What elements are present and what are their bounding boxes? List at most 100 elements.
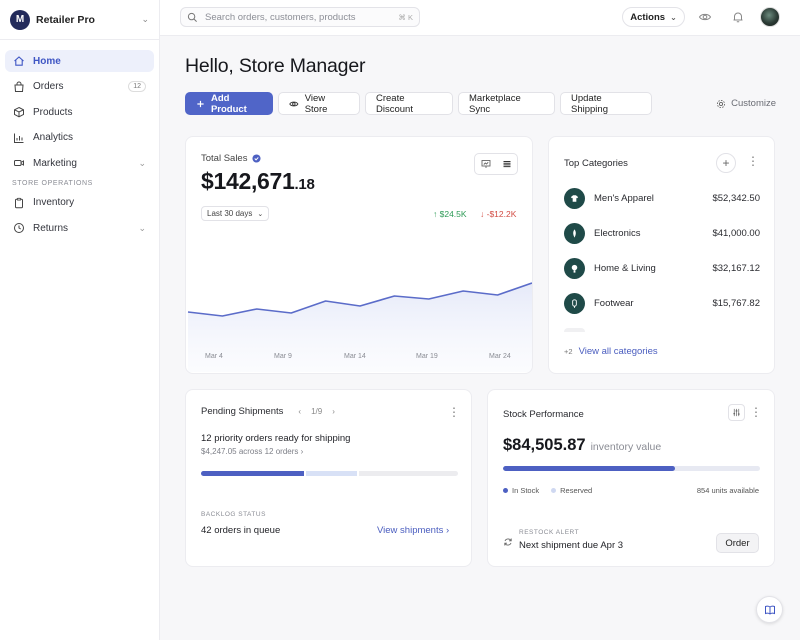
category-row[interactable]: Footwear $15,767.82 <box>564 292 760 314</box>
search-placeholder: Search orders, customers, products <box>205 11 356 23</box>
view-store-label: View Store <box>304 92 328 115</box>
list-icon <box>503 161 510 168</box>
sidebar-item-returns[interactable]: Returns ⌄ <box>5 217 154 239</box>
x-axis-tick: Mar 9 <box>274 353 292 360</box>
help-fab[interactable] <box>756 596 783 623</box>
clock-icon <box>13 222 25 234</box>
total-sales-title: Total Sales <box>201 153 248 164</box>
legend-dot <box>503 488 508 493</box>
inventory-value-amount: $84,505.87 <box>503 436 586 454</box>
create-discount-label: Create Discount <box>376 92 413 115</box>
store-logo: M <box>10 9 30 30</box>
eye-icon <box>289 101 299 106</box>
create-discount-button[interactable]: Create Discount <box>365 92 453 115</box>
stock-performance-title: Stock Performance <box>503 409 584 420</box>
units-available: 854 units available <box>696 486 759 495</box>
add-product-button[interactable]: Add Product <box>185 92 273 115</box>
stock-legend: In Stock Reserved <box>503 486 604 495</box>
add-product-label: Add Product <box>210 92 247 115</box>
chevron-down-icon: ⌄ <box>670 12 677 22</box>
sidebar-item-inventory[interactable]: Inventory <box>5 192 154 214</box>
total-sales-card: Total Sales $142,671.18 Last 30 days ⌄ ↑… <box>185 136 533 374</box>
category-name: Footwear <box>594 297 634 309</box>
shipments-progress-secondary <box>305 471 358 476</box>
actions-menu-button[interactable]: Actions ⌄ <box>622 7 685 27</box>
store-name: Retailer Pro <box>36 13 95 26</box>
stock-progress-fill <box>503 466 676 471</box>
category-row[interactable]: Men's Apparel $52,342.50 <box>564 187 760 209</box>
sidebar-item-label: Analytics <box>33 132 74 143</box>
sidebar-item-home[interactable]: Home <box>5 50 154 72</box>
shipments-pager: ‹ 1/9 › <box>293 407 339 416</box>
category-value: $32,167.12 <box>712 262 760 274</box>
order-button[interactable]: Order <box>716 533 759 553</box>
category-name: Home & Living <box>594 262 656 274</box>
eye-icon[interactable] <box>698 10 712 24</box>
date-range-value: Last 30 days <box>207 209 253 218</box>
quick-actions: Add Product View Store Create Discount M… <box>185 92 657 115</box>
view-shipments-link[interactable]: View shipments › <box>377 525 449 536</box>
store-switcher[interactable]: M Retailer Pro ⌄ <box>0 0 159 40</box>
inventory-value-unit: inventory value <box>590 441 662 453</box>
chevron-right-icon: › <box>300 447 304 456</box>
video-icon <box>13 157 25 169</box>
search-input[interactable]: Search orders, customers, products ⌘ K <box>180 7 420 27</box>
customize-button[interactable]: Customize <box>716 98 776 109</box>
sidebar-item-label: Products <box>33 106 73 118</box>
pending-shipments-card: Pending Shipments ‹ 1/9 › ⋮ 12 priority … <box>185 389 472 567</box>
bell-icon[interactable] <box>731 10 745 24</box>
sidebar-item-marketing[interactable]: Marketing ⌄ <box>5 152 154 174</box>
chevron-right-icon: › <box>446 525 450 536</box>
category-row[interactable]: Home & Living $32,167.12 <box>564 257 760 279</box>
shirt-icon <box>564 187 585 209</box>
search-shortcut: ⌘ K <box>398 12 413 22</box>
view-store-button[interactable]: View Store <box>278 92 360 115</box>
category-row[interactable]: Electronics $41,000.00 <box>564 222 760 244</box>
x-axis-tick: Mar 19 <box>416 353 438 360</box>
sidebar-item-products[interactable]: Products <box>5 101 154 123</box>
chevron-down-icon[interactable]: ⌄ <box>138 158 146 169</box>
restock-alert-text: Next shipment due Apr 3 <box>519 540 624 551</box>
chevron-down-icon: ⌄ <box>257 210 264 218</box>
sliders-icon[interactable] <box>728 404 745 421</box>
x-axis-tick: Mar 14 <box>344 353 366 360</box>
shipments-progress-remaining <box>359 471 458 476</box>
sidebar-item-orders[interactable]: Orders 12 <box>5 76 154 98</box>
backlog-status-label: BACKLOG STATUS <box>201 511 266 518</box>
view-all-categories-link: View all categories <box>578 346 658 357</box>
more-options-icon[interactable]: ⋮ <box>750 406 762 418</box>
main-content: Hello, Store Manager Add Product View St… <box>160 36 800 640</box>
lamp-icon <box>564 257 585 279</box>
verified-icon <box>252 154 262 163</box>
shipments-summary[interactable]: $4,247.05 across 12 orders › <box>201 447 303 456</box>
list-view-button[interactable] <box>496 154 517 174</box>
search-icon <box>187 12 197 22</box>
shipments-headline: 12 priority orders ready for shipping <box>201 433 351 444</box>
chevron-down-icon[interactable]: ⌄ <box>138 223 146 234</box>
date-range-select[interactable]: Last 30 days ⌄ <box>201 206 270 221</box>
more-options-icon[interactable]: ⋮ <box>448 406 460 418</box>
update-shipping-button[interactable]: Update Shipping <box>560 92 652 115</box>
update-shipping-label: Update Shipping <box>571 92 608 115</box>
category-value: $52,342.50 <box>712 192 760 204</box>
stock-performance-card: Stock Performance ⋮ $84,505.87 inventory… <box>487 389 775 567</box>
shipments-progress-primary <box>201 471 304 476</box>
clipboard-icon <box>13 197 25 209</box>
legend-label: Reserved <box>560 486 593 495</box>
sidebar-item-label: Orders <box>33 81 64 92</box>
sidebar-nav: Home Orders 12 Products Analytics Market… <box>0 40 159 239</box>
shoe-icon <box>564 292 585 314</box>
sidebar-item-analytics[interactable]: Analytics <box>5 127 154 149</box>
user-avatar[interactable] <box>760 7 780 27</box>
chevron-right-icon[interactable]: › <box>332 407 335 416</box>
legend-reserved: Reserved <box>551 486 592 495</box>
add-category-button[interactable]: + <box>716 153 736 173</box>
view-all-categories[interactable]: +2 View all categories <box>564 346 658 357</box>
more-options-icon[interactable]: ⋮ <box>747 155 759 167</box>
chart-view-button[interactable] <box>475 154 496 174</box>
marketplace-sync-button[interactable]: Marketplace Sync <box>458 92 555 115</box>
hidden-category-count: +2 <box>564 347 573 356</box>
chevron-left-icon[interactable]: ‹ <box>298 407 301 416</box>
category-value: $15,767.82 <box>712 297 760 309</box>
top-bar: Search orders, customers, products ⌘ K A… <box>160 0 800 36</box>
